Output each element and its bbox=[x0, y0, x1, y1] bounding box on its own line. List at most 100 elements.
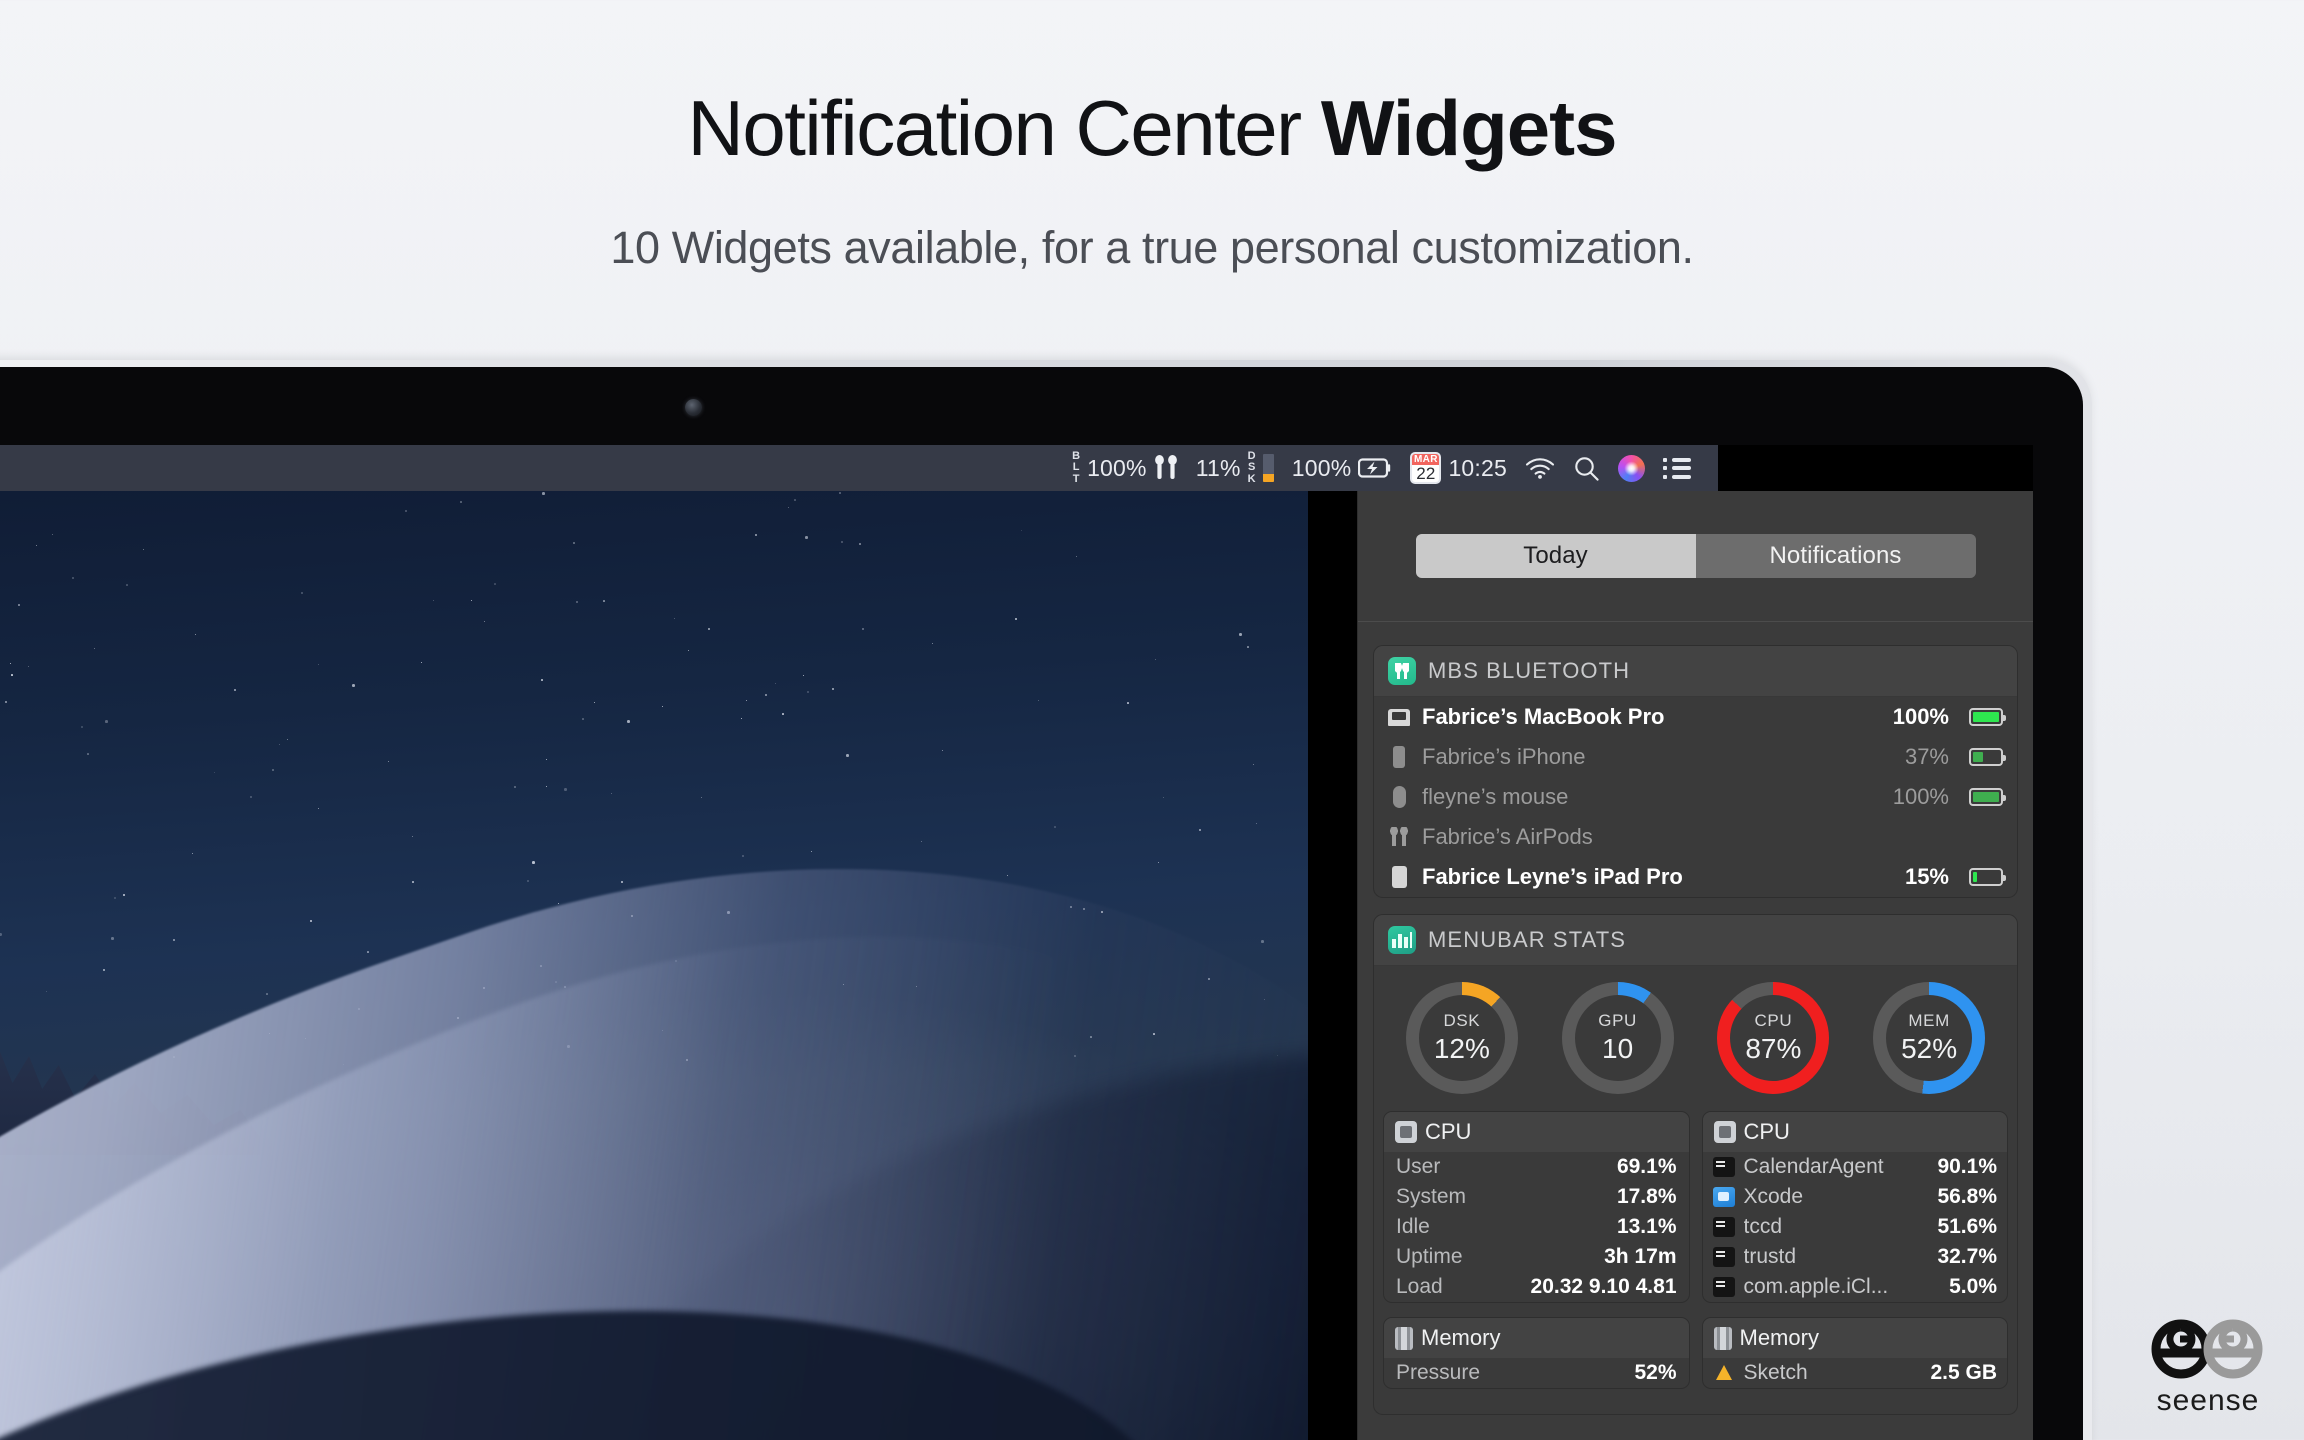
gauge-mem: MEM52% bbox=[1873, 982, 1985, 1094]
battery-indicator bbox=[1969, 708, 2003, 726]
notification-center-header: Today Notifications bbox=[1358, 491, 2033, 621]
today-notifications-segmented-control[interactable]: Today Notifications bbox=[1416, 534, 1976, 578]
wifi-icon bbox=[1525, 457, 1555, 479]
stat-row: Idle13.1% bbox=[1384, 1212, 1689, 1242]
menubar-item-wifi[interactable] bbox=[1516, 445, 1564, 491]
menubar-item-bluetooth[interactable]: B L T 100% bbox=[1063, 445, 1187, 491]
stat-value: 17.8% bbox=[1617, 1185, 1677, 1209]
stats-column-left: CPUUser69.1%System17.8%Idle13.1%Uptime3h… bbox=[1384, 1112, 1689, 1404]
widget-header: MBS BLUETOOTH bbox=[1374, 646, 2017, 697]
seense-logo-icon bbox=[2148, 1318, 2266, 1380]
bluetooth-device-row[interactable]: Fabrice’s AirPods bbox=[1374, 817, 2017, 857]
disk-usage-bar-icon bbox=[1263, 454, 1274, 482]
xcode-icon bbox=[1713, 1187, 1735, 1207]
cpu-chip-icon bbox=[1714, 1121, 1736, 1143]
process-row[interactable]: com.apple.iCl... 5.0% bbox=[1703, 1272, 2008, 1302]
stat-value: 69.1% bbox=[1617, 1155, 1677, 1179]
process-row[interactable]: tccd51.6% bbox=[1703, 1212, 2008, 1242]
tab-notifications[interactable]: Notifications bbox=[1696, 534, 1976, 578]
ipad-icon bbox=[1388, 865, 1410, 889]
widgets-scroll-area[interactable]: MBS BLUETOOTH Fabrice’s MacBook Pro100%F… bbox=[1358, 622, 2033, 1440]
search-icon bbox=[1573, 455, 1600, 482]
stat-key: System bbox=[1396, 1185, 1617, 1209]
menubar-stats-app-icon bbox=[1388, 926, 1416, 954]
widget-header: MENUBAR STATS bbox=[1374, 915, 2017, 966]
terminal-icon bbox=[1713, 1157, 1735, 1177]
process-name: CalendarAgent bbox=[1744, 1155, 1929, 1179]
marketing-header: Notification Center Widgets 10 Widgets a… bbox=[0, 0, 2304, 368]
widget-mbs-bluetooth[interactable]: MBS BLUETOOTH Fabrice’s MacBook Pro100%F… bbox=[1374, 646, 2017, 897]
page-subtitle: 10 Widgets available, for a true persona… bbox=[0, 222, 2304, 274]
stat-value: 13.1% bbox=[1617, 1215, 1677, 1239]
webcam-icon bbox=[685, 399, 702, 416]
menubar-item-battery[interactable]: 100% bbox=[1283, 445, 1402, 491]
page-title: Notification Center Widgets bbox=[0, 88, 2304, 170]
menu-bar: B L T 100% 11% D bbox=[0, 445, 1718, 491]
gauge-label: MEM bbox=[1908, 1011, 1949, 1031]
stat-key: Idle bbox=[1396, 1215, 1617, 1239]
battery-indicator bbox=[1969, 748, 2003, 766]
device-name: Fabrice’s AirPods bbox=[1422, 824, 1983, 850]
disk-tag-icon: D S K bbox=[1248, 451, 1256, 485]
laptop-screen: B L T 100% 11% D bbox=[0, 445, 2033, 1440]
brand-name: seense bbox=[2148, 1384, 2268, 1418]
panel-title: Memory bbox=[1421, 1325, 1500, 1351]
process-value: 5.0% bbox=[1949, 1275, 1997, 1299]
process-row[interactable]: trustd32.7% bbox=[1703, 1242, 2008, 1272]
stats-panel-cpu[interactable]: CPU CalendarAgent90.1%Xcode56.8%tccd51.6%… bbox=[1703, 1112, 2008, 1302]
panel-title: CPU bbox=[1425, 1119, 1471, 1145]
bluetooth-percent: 100% bbox=[1087, 455, 1147, 482]
process-name: Xcode bbox=[1744, 1185, 1929, 1209]
notification-center-panel: Today Notifications MBS BLUETOOTH Fabric… bbox=[1357, 491, 2033, 1440]
process-name: com.apple.iCl... bbox=[1744, 1275, 1941, 1299]
menubar-item-spotlight[interactable] bbox=[1564, 445, 1609, 491]
bluetooth-device-row[interactable]: fleyne’s mouse100% bbox=[1374, 777, 2017, 817]
gauge-value: 10 bbox=[1602, 1033, 1633, 1065]
process-row[interactable]: Sketch 2.5 GB bbox=[1703, 1358, 2008, 1388]
gauge-row: DSK12% GPU10 CPU87% MEM52% bbox=[1374, 966, 2017, 1112]
stats-panel-cpu[interactable]: CPUUser69.1%System17.8%Idle13.1%Uptime3h… bbox=[1384, 1112, 1689, 1302]
bluetooth-device-row[interactable]: Fabrice’s MacBook Pro100% bbox=[1374, 697, 2017, 737]
desktop-wallpaper bbox=[0, 445, 1308, 1440]
device-name: fleyne’s mouse bbox=[1422, 784, 1881, 810]
process-name: Sketch bbox=[1744, 1361, 1922, 1385]
stat-key: Pressure bbox=[1396, 1361, 1634, 1385]
gauge-dsk: DSK12% bbox=[1406, 982, 1518, 1094]
process-row[interactable]: CalendarAgent90.1% bbox=[1703, 1152, 2008, 1182]
bluetooth-device-row[interactable]: Fabrice Leyne’s iPad Pro15% bbox=[1374, 857, 2017, 897]
stats-panel-memory[interactable]: Memory Sketch 2.5 GB bbox=[1703, 1318, 2008, 1388]
menubar-item-clock[interactable]: MAR 22 10:25 bbox=[1401, 445, 1516, 491]
stats-panel-memory[interactable]: Memory Pressure52% bbox=[1384, 1318, 1689, 1388]
device-name: Fabrice’s iPhone bbox=[1422, 744, 1893, 770]
page-title-bold: Widgets bbox=[1321, 84, 1617, 172]
macbook-icon bbox=[1388, 705, 1410, 729]
panel-header: Memory bbox=[1703, 1318, 2008, 1358]
process-row[interactable]: Xcode56.8% bbox=[1703, 1182, 2008, 1212]
gauge-gpu: GPU10 bbox=[1562, 982, 1674, 1094]
menubar-item-disk[interactable]: 11% D S K bbox=[1187, 445, 1283, 491]
gauge-value: 12% bbox=[1434, 1033, 1490, 1065]
panel-header: Memory bbox=[1384, 1318, 1689, 1358]
stat-row: User69.1% bbox=[1384, 1152, 1689, 1182]
menubar-item-siri[interactable] bbox=[1609, 445, 1654, 491]
ram-icon bbox=[1395, 1327, 1413, 1350]
widget-menubar-stats[interactable]: MENUBAR STATS DSK12% GPU10 CPU87% MEM52% CP… bbox=[1374, 915, 2017, 1414]
gauge-value: 52% bbox=[1901, 1033, 1957, 1065]
notification-center-icon bbox=[1663, 458, 1691, 479]
bluetooth-device-row[interactable]: Fabrice’s iPhone37% bbox=[1374, 737, 2017, 777]
device-name: Fabrice’s MacBook Pro bbox=[1422, 704, 1881, 730]
stats-column-right: CPU CalendarAgent90.1%Xcode56.8%tccd51.6%… bbox=[1703, 1112, 2008, 1404]
device-battery-percent: 15% bbox=[1905, 864, 1949, 890]
airpods-icon bbox=[1388, 825, 1410, 849]
terminal-icon bbox=[1713, 1277, 1735, 1297]
cpu-chip-icon bbox=[1395, 1121, 1417, 1143]
menubar-item-notification-center[interactable] bbox=[1654, 445, 1700, 491]
ram-icon bbox=[1714, 1327, 1732, 1350]
process-value: 2.5 GB bbox=[1930, 1361, 1997, 1385]
battery-charging-icon bbox=[1358, 458, 1392, 478]
panel-title: CPU bbox=[1744, 1119, 1790, 1145]
gauge-label: DSK bbox=[1443, 1011, 1480, 1031]
tab-today[interactable]: Today bbox=[1416, 534, 1696, 578]
gauge-cpu: CPU87% bbox=[1717, 982, 1829, 1094]
stat-row: Pressure52% bbox=[1384, 1358, 1689, 1388]
